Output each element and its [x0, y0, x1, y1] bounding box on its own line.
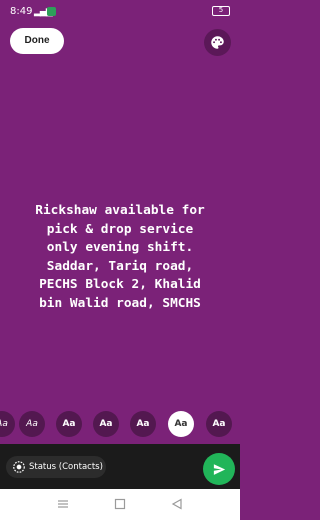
status-text-line: bin Walid road, SMCHS [39, 295, 201, 311]
recents-menu-icon[interactable] [56, 497, 70, 511]
status-text-line: only evening shift. [46, 240, 194, 255]
font-option[interactable]: Aa [0, 411, 15, 437]
status-text-input[interactable]: Rickshaw available for pick & drop servi… [8, 202, 232, 313]
privacy-settings-icon [13, 461, 25, 473]
color-palette-button[interactable] [204, 29, 231, 56]
font-option[interactable]: Aa [56, 411, 82, 437]
font-option[interactable]: Aa [93, 411, 119, 437]
font-option[interactable]: Aa [19, 411, 45, 437]
status-text-line: Saddar, Tariq road, [46, 258, 194, 274]
status-bar: 8:49 ▂▄▆ 5 [0, 0, 240, 24]
app-notification-icon [47, 7, 56, 16]
font-selector: Aa Aa Aa Aa Aa Aa Aa [0, 411, 240, 439]
home-icon[interactable] [113, 497, 127, 511]
send-button[interactable] [203, 453, 235, 485]
status-privacy-label: Status (Contacts) [29, 462, 103, 472]
palette-icon [211, 36, 224, 49]
status-privacy-button[interactable]: Status (Contacts) [6, 456, 106, 478]
back-icon[interactable] [170, 497, 184, 511]
font-option[interactable]: Aa [206, 411, 232, 437]
send-icon [213, 463, 225, 475]
font-option-selected[interactable]: Aa [168, 411, 194, 437]
status-text-line: PECHS Block 2, Khalid [39, 277, 201, 292]
status-time: 8:49 [10, 6, 33, 17]
status-text-line: pick & drop service [46, 221, 194, 237]
font-option[interactable]: Aa [130, 411, 156, 437]
status-text-line: Rickshaw available for [35, 203, 205, 218]
battery-icon: 5 [212, 6, 230, 16]
system-navigation-bar [0, 489, 240, 520]
done-button[interactable]: Done [10, 28, 64, 54]
